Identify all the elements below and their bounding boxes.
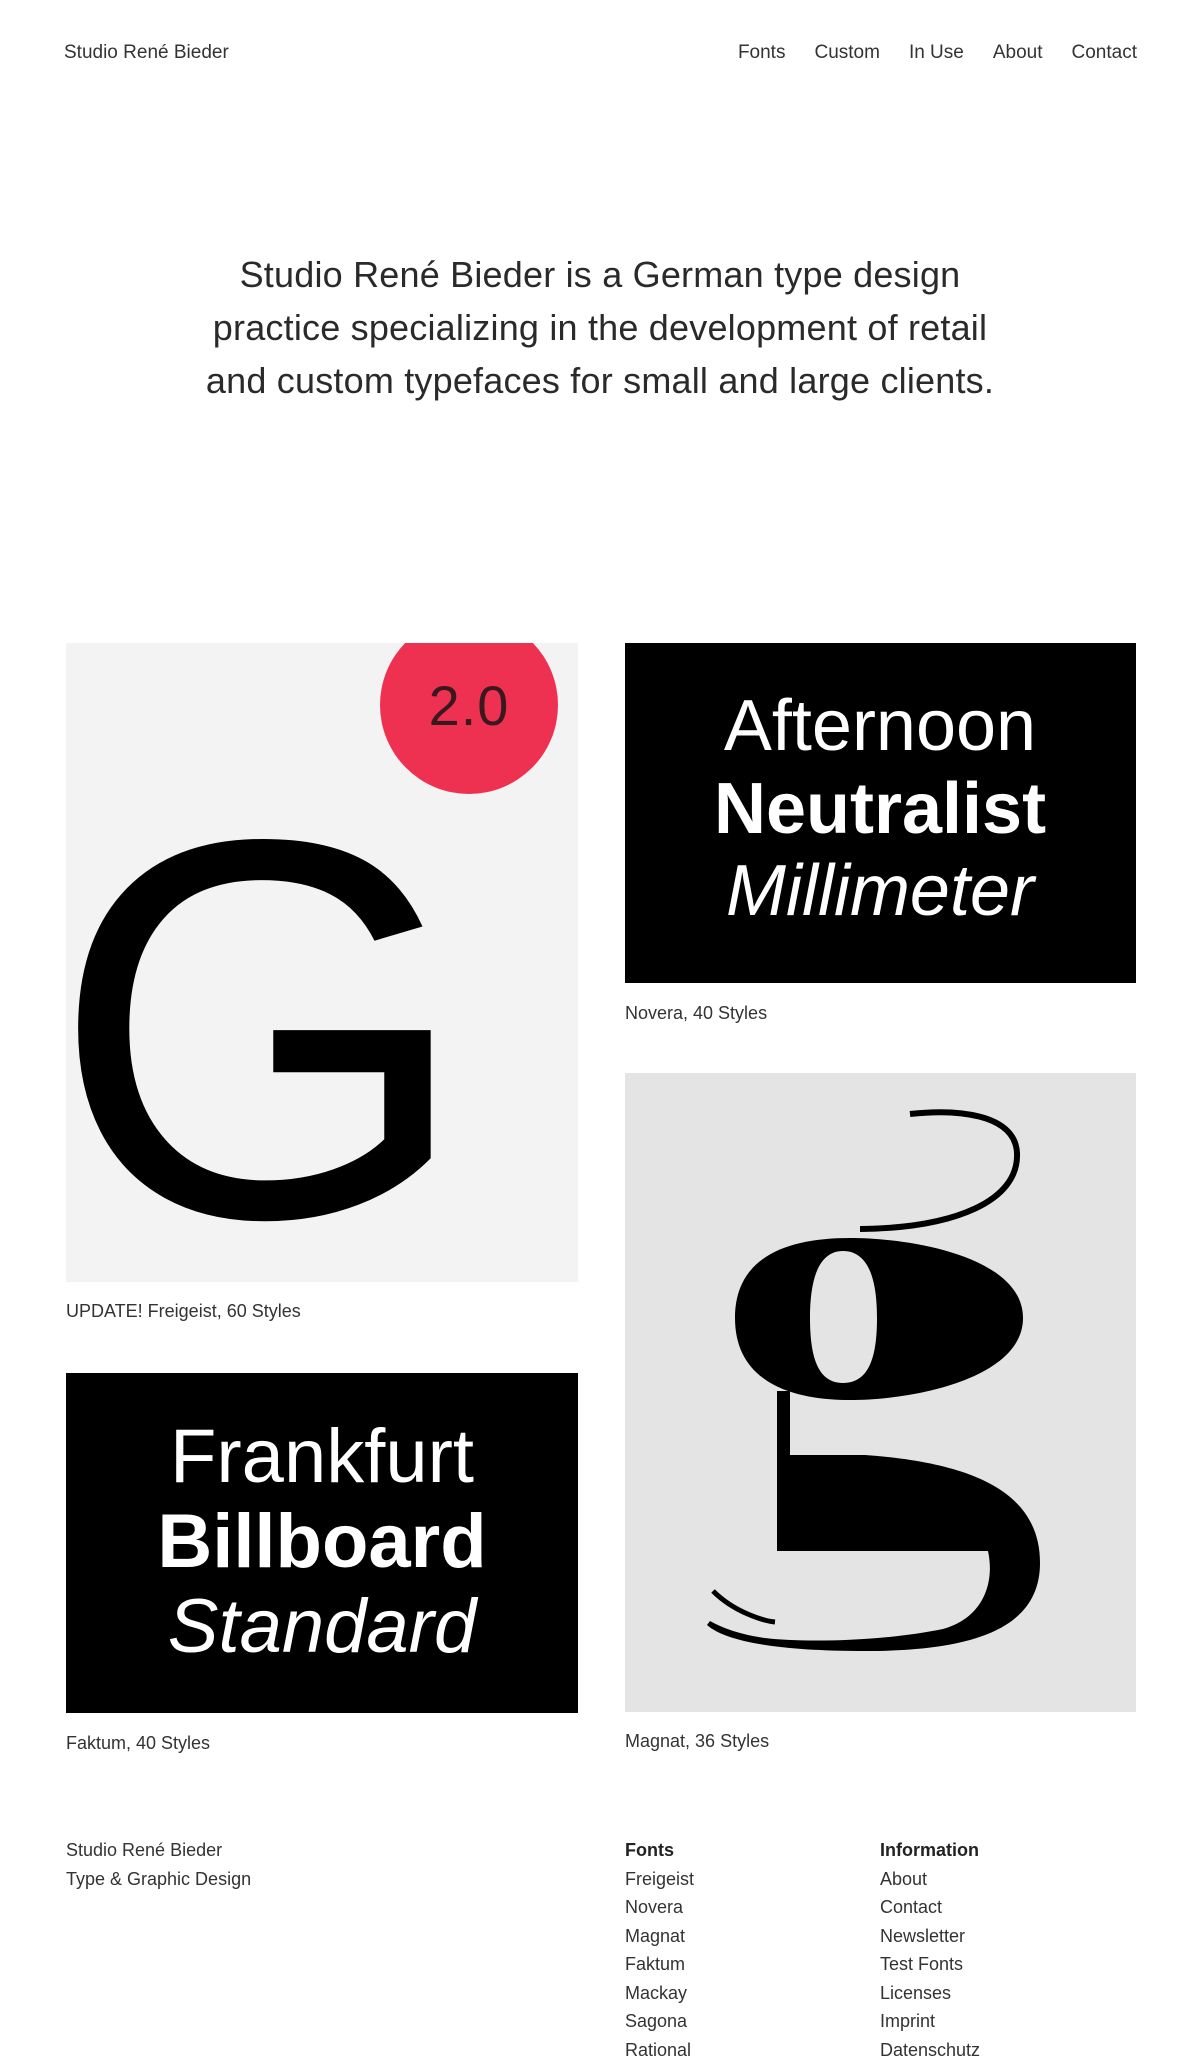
footer-information-column: Information About Contact Newsletter Tes… <box>880 1836 980 2064</box>
font-card-faktum[interactable]: Frankfurt Billboard Standard Faktum, 40 … <box>66 1373 578 1758</box>
novera-line-bold: Neutralist <box>714 769 1046 849</box>
site-footer: Studio René Bieder Type & Graphic Design… <box>0 1836 1200 2065</box>
footer-fonts-column: Fonts Freigeist Novera Magnat Faktum Mac… <box>625 1836 694 2064</box>
magnat-caption: Magnat, 36 Styles <box>625 1731 770 1751</box>
footer-link-novera[interactable]: Novera <box>625 1893 694 1922</box>
footer-link-mackay[interactable]: Mackay <box>625 1979 694 2008</box>
footer-information-heading: Information <box>880 1840 979 1860</box>
footer-link-freigeist[interactable]: Freigeist <box>625 1865 694 1894</box>
update-badge-label: 2.0 <box>429 674 510 737</box>
nav-in-use[interactable]: In Use <box>909 42 964 64</box>
magnat-specimen-image <box>625 1073 1136 1712</box>
footer-studio-name: Studio René Bieder <box>66 1840 223 1860</box>
novera-specimen-image: Afternoon Neutralist Millimeter <box>625 643 1136 983</box>
footer-link-magnat[interactable]: Magnat <box>625 1922 694 1951</box>
footer-studio-tagline: Type & Graphic Design <box>66 1868 252 1889</box>
footer-link-licenses[interactable]: Licenses <box>880 1979 980 2008</box>
footer-link-newsletter[interactable]: Newsletter <box>880 1922 980 1951</box>
site-header: Studio René Bieder Fonts Custom In Use A… <box>0 0 1200 110</box>
nav-custom[interactable]: Custom <box>814 42 879 64</box>
footer-link-rational[interactable]: Rational <box>625 2036 694 2065</box>
nav-contact[interactable]: Contact <box>1072 42 1137 64</box>
footer-link-sagona[interactable]: Sagona <box>625 2007 694 2036</box>
freigeist-glyph: G <box>66 728 471 1282</box>
footer-link-imprint[interactable]: Imprint <box>880 2007 980 2036</box>
intro-statement: Studio René Bieder is a German type desi… <box>205 254 995 401</box>
font-card-freigeist[interactable]: G 2.0 UPDATE! Freigeist, 60 Styles <box>66 643 578 1333</box>
novera-caption: Novera, 40 Styles <box>625 1003 768 1023</box>
freigeist-caption: UPDATE! Freigeist, 60 Styles <box>66 1301 301 1321</box>
footer-fonts-heading: Fonts <box>625 1840 674 1860</box>
footer-link-datenschutz[interactable]: Datenschutz <box>880 2036 980 2065</box>
main-nav: Fonts Custom In Use About Contact <box>738 42 1137 64</box>
magnat-g-glyph <box>707 1109 1040 1651</box>
font-card-novera[interactable]: Afternoon Neutralist Millimeter Novera, … <box>625 643 1136 1028</box>
nav-about[interactable]: About <box>993 42 1043 64</box>
footer-link-contact[interactable]: Contact <box>880 1893 980 1922</box>
faktum-line-regular: Frankfurt <box>170 1414 474 1499</box>
footer-link-about[interactable]: About <box>880 1865 980 1894</box>
novera-line-italic: Millimeter <box>726 851 1037 931</box>
brand-logo-link[interactable]: Studio René Bieder <box>64 42 229 64</box>
footer-link-faktum[interactable]: Faktum <box>625 1950 694 1979</box>
footer-link-test-fonts[interactable]: Test Fonts <box>880 1950 980 1979</box>
nav-fonts[interactable]: Fonts <box>738 42 786 64</box>
faktum-specimen-image: Frankfurt Billboard Standard <box>66 1373 578 1713</box>
faktum-line-italic: Standard <box>168 1584 479 1669</box>
faktum-caption: Faktum, 40 Styles <box>66 1733 211 1753</box>
font-card-magnat[interactable]: Magnat, 36 Styles <box>625 1073 1136 1763</box>
footer-studio-info: Studio René Bieder Type & Graphic Design <box>66 1836 251 1893</box>
faktum-line-bold: Billboard <box>157 1499 486 1584</box>
freigeist-specimen-image: G 2.0 <box>66 643 578 1282</box>
novera-line-regular: Afternoon <box>724 686 1036 766</box>
